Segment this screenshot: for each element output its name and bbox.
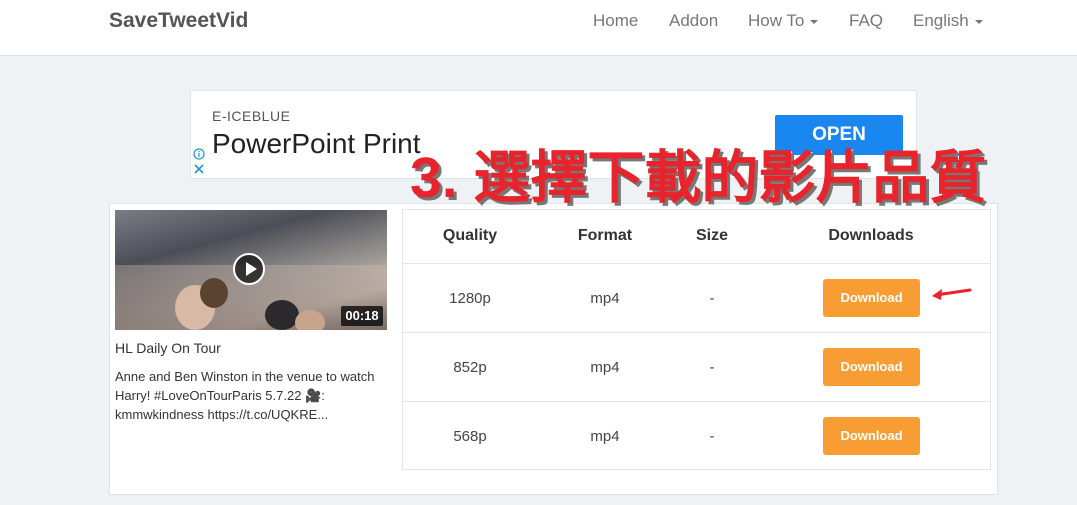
row-2-quality: 852p bbox=[453, 359, 487, 376]
row-divider bbox=[403, 332, 990, 333]
row-2-format: mp4 bbox=[590, 359, 620, 376]
nav-how-to[interactable]: How To bbox=[748, 11, 819, 31]
row-divider bbox=[403, 263, 990, 264]
video-description: Anne and Ben Winston in the venue to wat… bbox=[115, 369, 375, 422]
thumbnail-figure bbox=[265, 300, 299, 330]
video-duration: 00:18 bbox=[341, 306, 383, 326]
download-button-852p[interactable]: Download bbox=[823, 348, 920, 386]
row-1-format: mp4 bbox=[590, 290, 620, 307]
close-icon[interactable] bbox=[194, 164, 204, 174]
caret-down-icon bbox=[810, 19, 819, 24]
header-size: Size bbox=[695, 227, 728, 244]
download-button-568p[interactable]: Download bbox=[823, 417, 920, 455]
row-1-quality: 1280p bbox=[449, 290, 491, 307]
nav-faq[interactable]: FAQ bbox=[849, 11, 883, 31]
navbar: SaveTweetVid Home Addon How To FAQ Engli… bbox=[0, 0, 1077, 56]
thumbnail-figure bbox=[295, 310, 325, 330]
row-divider bbox=[403, 401, 990, 402]
thumbnail-figure bbox=[200, 278, 228, 308]
info-icon[interactable] bbox=[193, 148, 205, 160]
nav-how-to-label: How To bbox=[748, 11, 805, 30]
header-quality: Quality bbox=[442, 227, 498, 244]
video-title: HL Daily On Tour bbox=[115, 340, 221, 356]
ad-brand: E-ICEBLUE bbox=[212, 108, 291, 124]
row-2-size: - bbox=[709, 359, 715, 376]
arrow-left-icon bbox=[932, 288, 972, 300]
download-button-1280p[interactable]: Download bbox=[823, 279, 920, 317]
row-3-size: - bbox=[709, 428, 715, 445]
nav-language-label: English bbox=[913, 11, 969, 30]
nav-home[interactable]: Home bbox=[593, 11, 638, 31]
nav-language[interactable]: English bbox=[913, 11, 983, 31]
header-format: Format bbox=[577, 227, 633, 244]
brand-logo[interactable]: SaveTweetVid bbox=[109, 9, 248, 33]
row-1-size: - bbox=[709, 290, 715, 307]
play-icon[interactable] bbox=[233, 253, 265, 285]
instruction-overlay: 3. 選擇下載的影片品質 bbox=[410, 146, 987, 210]
row-3-quality: 568p bbox=[453, 428, 487, 445]
nav-addon[interactable]: Addon bbox=[669, 11, 718, 31]
header-downloads: Downloads bbox=[828, 227, 914, 244]
ad-title: PowerPoint Print bbox=[212, 128, 421, 159]
row-3-format: mp4 bbox=[590, 428, 620, 445]
caret-down-icon bbox=[974, 19, 983, 24]
